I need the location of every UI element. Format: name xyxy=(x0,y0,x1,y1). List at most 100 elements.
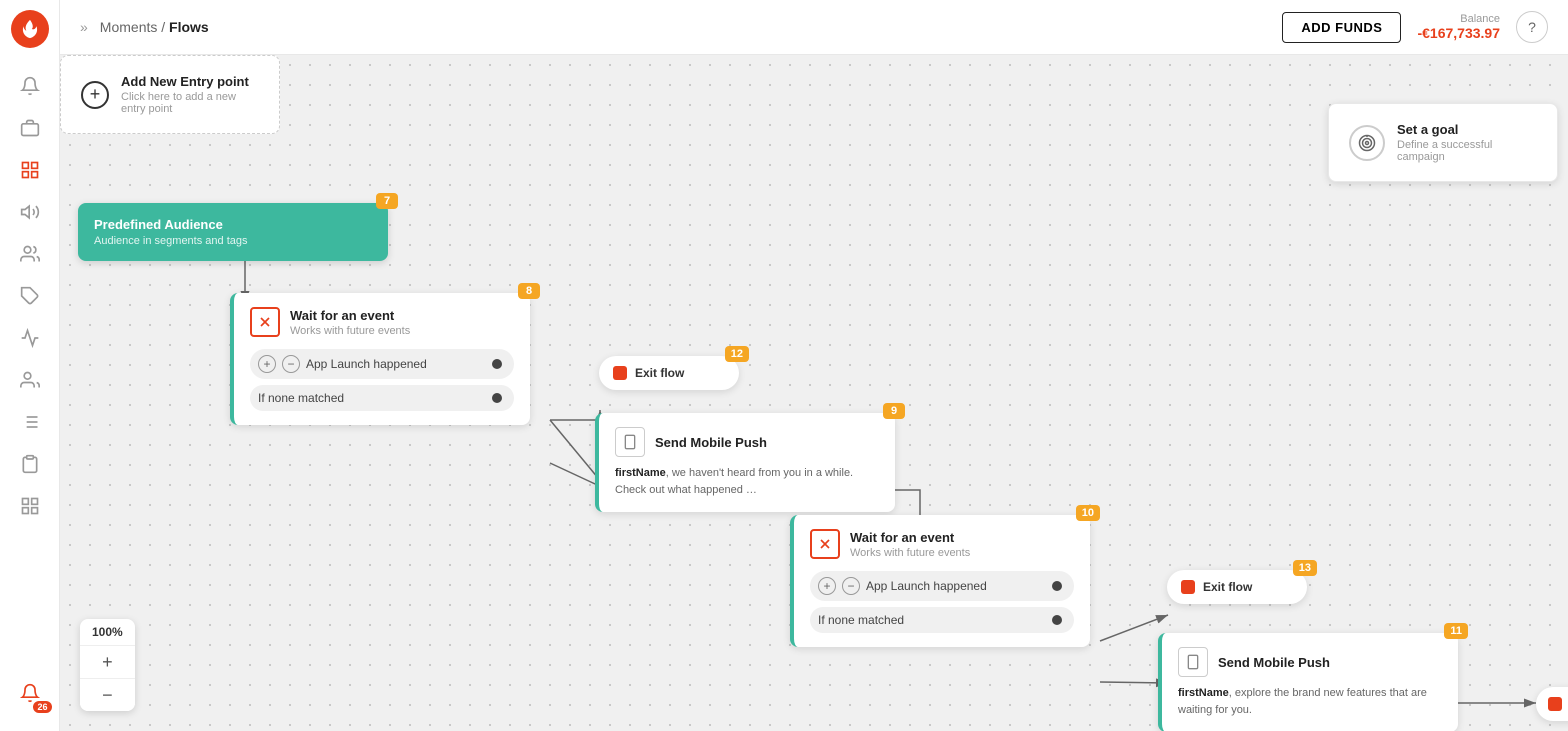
breadcrumb-current: Flows xyxy=(169,19,209,35)
exit-badge-2: 13 xyxy=(1293,560,1317,576)
header: » Moments / Flows ADD FUNDS Balance -€16… xyxy=(60,0,1568,55)
goal-icon xyxy=(1349,125,1385,161)
push-card-2[interactable]: 11 Send Mobile Push firstName, explore t… xyxy=(1158,633,1458,731)
exit-dot-3 xyxy=(1548,697,1562,711)
exit-flow-card-3[interactable]: Exit xyxy=(1536,687,1568,721)
wait-title-1: Wait for an event xyxy=(290,308,410,323)
pill-connector-1a xyxy=(492,359,502,369)
wait-conditions-1: + − App Launch happened If none matched xyxy=(250,349,514,411)
wait-event-card-1[interactable]: 8 Wait for an event Works with future ev… xyxy=(230,293,530,425)
wait-header-1: Wait for an event Works with future even… xyxy=(250,307,514,337)
zoom-controls: 100% + − xyxy=(80,619,135,711)
wait-icon-2 xyxy=(810,529,840,559)
sidebar-item-people[interactable] xyxy=(12,236,48,272)
condition-label-2b: If none matched xyxy=(818,613,904,627)
zoom-percent: 100% xyxy=(80,619,135,646)
condition-pill-2b[interactable]: If none matched xyxy=(810,607,1074,633)
sidebar-item-bell[interactable] xyxy=(12,68,48,104)
logo[interactable] xyxy=(11,10,49,48)
breadcrumb: Moments / Flows xyxy=(100,19,209,35)
condition-label-1b: If none matched xyxy=(258,391,344,405)
entry-text: Add New Entry point Click here to add a … xyxy=(121,74,259,115)
condition-pill-1b[interactable]: If none matched xyxy=(250,385,514,411)
sidebar-nav xyxy=(12,68,48,675)
sidebar-item-list[interactable] xyxy=(12,404,48,440)
entry-plus-icon: + xyxy=(81,81,109,109)
help-button[interactable]: ? xyxy=(1516,11,1548,43)
exit-dot-2 xyxy=(1181,580,1195,594)
push-badge-1: 9 xyxy=(883,403,905,419)
exit-flow-card-2[interactable]: 13 Exit flow xyxy=(1167,570,1307,604)
pill-minus-icon-2[interactable]: − xyxy=(842,577,860,595)
wait-badge-1: 8 xyxy=(518,283,540,299)
sidebar-item-clipboard[interactable] xyxy=(12,446,48,482)
wait-subtitle-1: Works with future events xyxy=(290,325,410,337)
condition-pill-2a[interactable]: + − App Launch happened xyxy=(810,571,1074,601)
push-title-1: Send Mobile Push xyxy=(655,435,767,450)
pill-minus-icon[interactable]: − xyxy=(282,355,300,373)
add-funds-button[interactable]: ADD FUNDS xyxy=(1282,12,1401,43)
exit-dot-1 xyxy=(613,366,627,380)
goal-title: Set a goal xyxy=(1397,122,1537,137)
sidebar-item-audience[interactable] xyxy=(12,152,48,188)
sidebar-item-grid[interactable] xyxy=(12,488,48,524)
sidebar-item-analytics[interactable] xyxy=(12,320,48,356)
wait-badge-2: 10 xyxy=(1076,505,1100,521)
push-body-1: firstName, we haven't heard from you in … xyxy=(615,465,879,498)
balance-amount: -€167,733.97 xyxy=(1417,25,1500,41)
push-body-bold-2: firstName xyxy=(1178,687,1229,699)
wait-subtitle-2: Works with future events xyxy=(850,547,970,559)
breadcrumb-prefix: Moments / xyxy=(100,19,165,35)
push-header-1: Send Mobile Push xyxy=(615,427,879,457)
push-icon-2 xyxy=(1178,647,1208,677)
push-badge-2: 11 xyxy=(1444,623,1468,639)
sidebar-item-briefcase[interactable] xyxy=(12,110,48,146)
pill-plus-icon-2[interactable]: + xyxy=(818,577,836,595)
expand-icon[interactable]: » xyxy=(80,19,88,35)
condition-label-1a: App Launch happened xyxy=(306,357,427,371)
goal-card[interactable]: Set a goal Define a successful campaign xyxy=(1328,103,1558,182)
flow-nodes: + Add New Entry point Click here to add … xyxy=(60,55,1568,731)
balance-info: Balance -€167,733.97 xyxy=(1417,13,1500,41)
exit-label-2: Exit flow xyxy=(1203,580,1252,594)
condition-label-2a: App Launch happened xyxy=(866,579,987,593)
wait-icon-1 xyxy=(250,307,280,337)
push-body-2: firstName, explore the brand new feature… xyxy=(1178,685,1442,718)
push-title-2: Send Mobile Push xyxy=(1218,655,1330,670)
balance-label: Balance xyxy=(1417,13,1500,25)
wait-title-2: Wait for an event xyxy=(850,530,970,545)
audience-subtitle: Audience in segments and tags xyxy=(94,235,372,247)
wait-conditions-2: + − App Launch happened If none matched xyxy=(810,571,1074,633)
audience-badge: 7 xyxy=(376,193,398,209)
push-header-2: Send Mobile Push xyxy=(1178,647,1442,677)
header-actions: ADD FUNDS Balance -€167,733.97 ? xyxy=(1282,11,1548,43)
audience-card[interactable]: 7 Predefined Audience Audience in segmen… xyxy=(78,203,388,261)
sidebar xyxy=(0,0,60,731)
condition-pill-1a[interactable]: + − App Launch happened xyxy=(250,349,514,379)
flow-canvas: + Add New Entry point Click here to add … xyxy=(60,55,1568,731)
goal-subtitle: Define a successful campaign xyxy=(1397,139,1537,163)
pill-connector-1b xyxy=(492,393,502,403)
exit-badge-1: 12 xyxy=(725,346,749,362)
wait-event-card-2[interactable]: 10 Wait for an event Works with future e… xyxy=(790,515,1090,647)
pill-connector-2a xyxy=(1052,581,1062,591)
entry-title: Add New Entry point xyxy=(121,74,259,89)
push-body-bold-1: firstName xyxy=(615,467,666,479)
entry-point-card[interactable]: + Add New Entry point Click here to add … xyxy=(60,55,280,134)
sidebar-item-tags[interactable] xyxy=(12,278,48,314)
zoom-out-button[interactable]: − xyxy=(80,679,135,711)
pill-connector-2b xyxy=(1052,615,1062,625)
wait-header-2: Wait for an event Works with future even… xyxy=(810,529,1074,559)
exit-label-1: Exit flow xyxy=(635,366,684,380)
exit-flow-card-1[interactable]: 12 Exit flow xyxy=(599,356,739,390)
goal-text: Set a goal Define a successful campaign xyxy=(1397,122,1537,163)
sidebar-item-campaigns[interactable] xyxy=(12,194,48,230)
push-icon-1 xyxy=(615,427,645,457)
push-card-1[interactable]: 9 Send Mobile Push firstName, we haven't… xyxy=(595,413,895,512)
sidebar-item-notifications-badge[interactable] xyxy=(12,675,48,711)
entry-subtitle: Click here to add a new entry point xyxy=(121,91,259,115)
audience-title: Predefined Audience xyxy=(94,217,372,232)
pill-plus-icon[interactable]: + xyxy=(258,355,276,373)
sidebar-item-users[interactable] xyxy=(12,362,48,398)
zoom-in-button[interactable]: + xyxy=(80,646,135,678)
